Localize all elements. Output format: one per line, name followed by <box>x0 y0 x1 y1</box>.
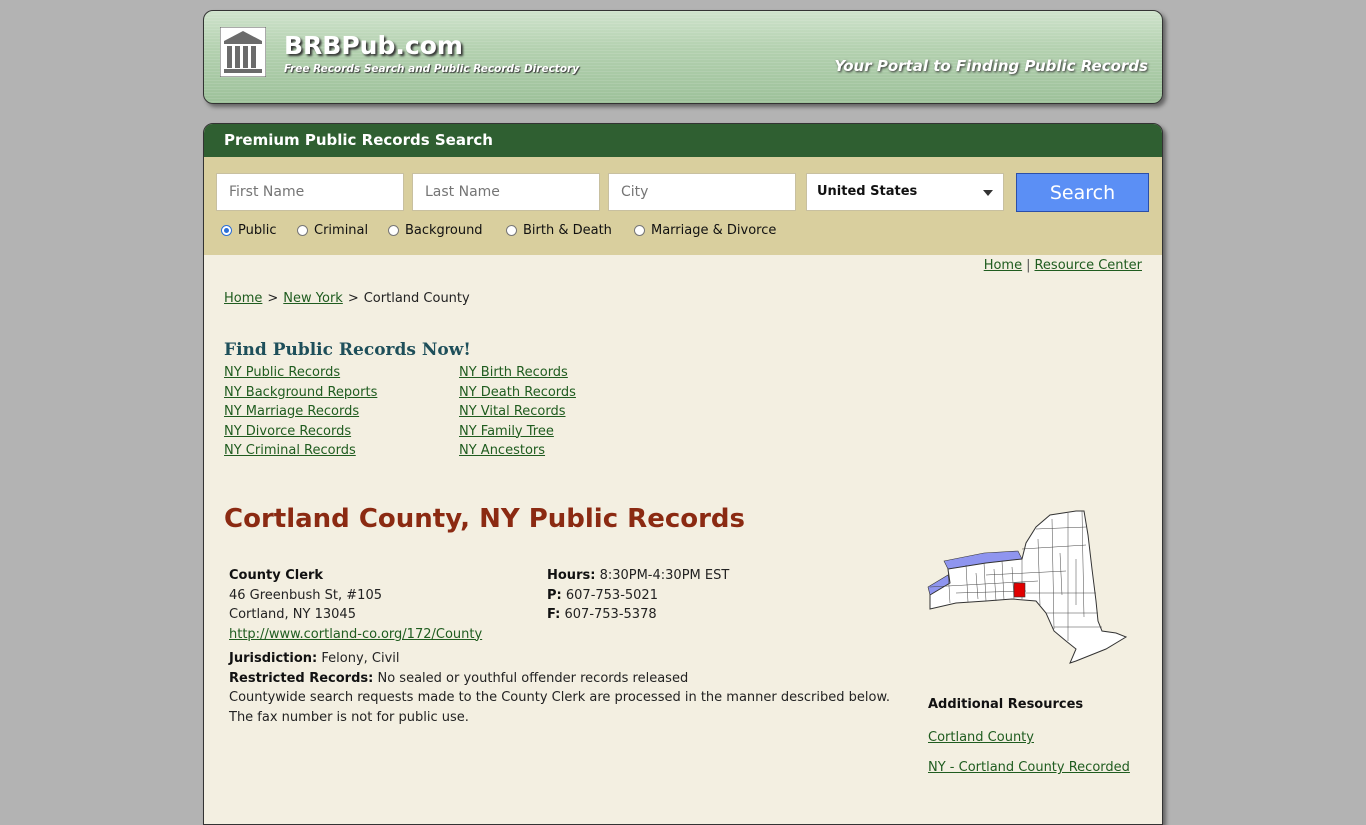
search-heading: Premium Public Records Search <box>204 124 1162 157</box>
hours-label: Hours: <box>547 568 596 583</box>
search-form: United States Search Public Criminal Bac… <box>204 157 1162 255</box>
clerk-website-link[interactable]: http://www.cortland-co.org/172/County <box>229 627 482 642</box>
radio-unchecked-icon[interactable] <box>634 225 645 236</box>
link-ny-criminal-records[interactable]: NY Criminal Records <box>224 441 377 461</box>
nav-separator: | <box>1026 258 1031 273</box>
clerk-address-line1: 46 Greenbush St, #105 <box>229 587 382 603</box>
restricted-value: No sealed or youthful offender records r… <box>377 670 689 686</box>
radio-unchecked-icon[interactable] <box>388 225 399 236</box>
link-ny-divorce-records[interactable]: NY Divorce Records <box>224 422 377 442</box>
breadcrumb: Home > New York > Cortland County <box>224 291 470 306</box>
jurisdiction-label: Jurisdiction: <box>229 651 318 666</box>
radio-birth-death[interactable]: Birth & Death <box>506 223 612 238</box>
hours-value: 8:30PM-4:30PM EST <box>599 568 730 583</box>
main-panel: Premium Public Records Search United Sta… <box>203 123 1163 825</box>
radio-label: Criminal <box>314 223 369 238</box>
clerk-note-1: Countywide search requests made to the C… <box>229 690 891 705</box>
site-header: BRBPub.com Free Records Search and Publi… <box>203 10 1163 104</box>
find-links-right: NY Birth Records NY Death Records NY Vit… <box>459 363 576 461</box>
fax-label: F: <box>547 607 561 622</box>
radio-unchecked-icon[interactable] <box>506 225 517 236</box>
ny-county-map[interactable] <box>926 509 1131 664</box>
breadcrumb-separator: > <box>347 291 359 306</box>
jurisdiction-block: Jurisdiction: Felony, Civil Restricted R… <box>229 649 909 727</box>
country-select[interactable]: United States <box>806 173 1004 211</box>
restricted-label: Restricted Records: <box>229 670 374 686</box>
first-name-input[interactable] <box>216 173 404 211</box>
radio-label: Birth & Death <box>523 223 612 238</box>
clerk-contact-block: Hours: 8:30PM-4:30PM EST P: 607-753-5021… <box>547 566 729 625</box>
radio-marriage-divorce[interactable]: Marriage & Divorce <box>634 223 776 238</box>
site-tagline: Free Records Search and Public Records D… <box>284 63 580 75</box>
clerk-name: County Clerk <box>229 568 324 583</box>
breadcrumb-separator: > <box>267 291 279 306</box>
radio-label: Public <box>238 223 277 238</box>
radio-public[interactable]: Public <box>221 223 276 238</box>
nav-home-link[interactable]: Home <box>984 258 1022 273</box>
chevron-down-icon <box>983 190 993 196</box>
country-selected-value: United States <box>817 184 918 199</box>
link-ny-family-tree[interactable]: NY Family Tree <box>459 422 576 442</box>
find-links-left: NY Public Records NY Background Reports … <box>224 363 377 461</box>
radio-criminal[interactable]: Criminal <box>297 223 368 238</box>
link-ny-death-records[interactable]: NY Death Records <box>459 383 576 403</box>
link-ny-background-reports[interactable]: NY Background Reports <box>224 383 377 403</box>
phone-value: 607-753-5021 <box>565 587 658 603</box>
radio-label: Marriage & Divorce <box>651 223 777 238</box>
phone-label: P: <box>547 587 562 603</box>
find-records-heading: Find Public Records Now! <box>224 340 471 360</box>
breadcrumb-home-link[interactable]: Home <box>224 291 262 306</box>
link-ny-public-records[interactable]: NY Public Records <box>224 363 377 383</box>
radio-background[interactable]: Background <box>388 223 483 238</box>
radio-unchecked-icon[interactable] <box>297 225 308 236</box>
search-button[interactable]: Search <box>1016 173 1149 212</box>
breadcrumb-state-link[interactable]: New York <box>283 291 343 306</box>
link-ny-ancestors[interactable]: NY Ancestors <box>459 441 576 461</box>
page-title: Cortland County, NY Public Records <box>224 504 746 534</box>
breadcrumb-current: Cortland County <box>363 291 470 306</box>
nav-resource-center-link[interactable]: Resource Center <box>1034 258 1142 273</box>
jurisdiction-value: Felony, Civil <box>321 651 400 666</box>
site-name[interactable]: BRBPub.com <box>284 31 463 60</box>
clerk-note-2: The fax number is not for public use. <box>229 709 469 725</box>
fax-value: 607-753-5378 <box>564 607 657 622</box>
additional-resources-heading: Additional Resources <box>928 697 1084 712</box>
radio-checked-icon[interactable] <box>221 225 232 236</box>
clerk-address-line2: Cortland, NY 13045 <box>229 607 356 622</box>
portal-slogan: Your Portal to Finding Public Records <box>834 57 1148 75</box>
top-nav: Home | Resource Center <box>984 258 1142 273</box>
link-ny-vital-records[interactable]: NY Vital Records <box>459 402 576 422</box>
resource-link-cortland-county[interactable]: Cortland County <box>928 730 1034 745</box>
city-input[interactable] <box>608 173 796 211</box>
courthouse-logo-icon[interactable] <box>220 27 266 77</box>
last-name-input[interactable] <box>412 173 600 211</box>
clerk-address-block: County Clerk 46 Greenbush St, #105 Cortl… <box>229 566 482 644</box>
link-ny-marriage-records[interactable]: NY Marriage Records <box>224 402 377 422</box>
link-ny-birth-records[interactable]: NY Birth Records <box>459 363 576 383</box>
radio-label: Background <box>405 223 483 238</box>
